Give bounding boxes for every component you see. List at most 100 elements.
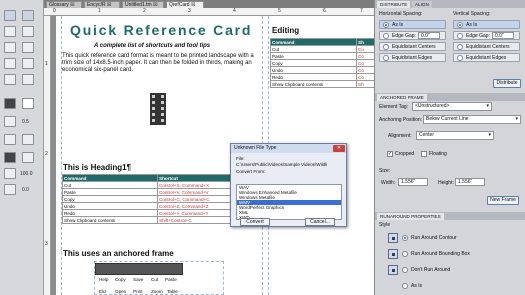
option-label: Equidistant Centers [392, 44, 436, 50]
cropped-checkbox[interactable]: ✓ [387, 151, 393, 157]
v-equidistant-centers-option[interactable]: Equidistant Centers [453, 42, 520, 51]
table-row: Paste Control+V, Command+V [62, 188, 257, 196]
table-cell[interactable]: Co [356, 66, 374, 74]
table-row: Show Clipboard contents Shift+Control+C [62, 216, 257, 224]
tab-encyc[interactable]: Encyc/R ☒ [84, 1, 120, 8]
radio-icon [457, 22, 463, 28]
tab-distribute[interactable]: DISTRIBUTE [377, 1, 411, 8]
line-width-label: 0.5 [22, 119, 29, 125]
angle-icon[interactable] [4, 184, 16, 195]
v-edge-gap-option[interactable]: Edge Gap: 0.0" [453, 31, 520, 40]
element-tag-select[interactable]: <Unstructured> [412, 102, 492, 111]
tab-glossary[interactable]: Glossary ☒ [46, 1, 82, 8]
polyline-tool-icon[interactable] [22, 58, 34, 69]
editing-heading: Editing [272, 26, 300, 35]
horizontal-ruler: 0 1 2 3 4 5 6 7 [44, 8, 374, 16]
h-equidistant-centers-option[interactable]: Equidistant Centers [379, 42, 446, 51]
anchoring-position-select[interactable]: Below Current Line [423, 115, 521, 124]
cropped-label: Cropped [395, 151, 415, 157]
dash-pattern-icon[interactable] [22, 134, 34, 145]
pen-pattern-icon[interactable] [22, 98, 34, 109]
run-around-box-radio[interactable] [402, 251, 408, 257]
table-row: Redo Control+Y, Command+Y [62, 209, 257, 217]
cancel-button[interactable]: Cancel... [305, 218, 335, 226]
width-field[interactable]: 1.556" [398, 178, 428, 186]
h-edge-gap-option[interactable]: Edge Gap: 0.0" [379, 31, 446, 40]
v-equidistant-edges-option[interactable]: Equidistant Edges [453, 53, 520, 62]
floating-checkbox[interactable] [421, 151, 427, 157]
table-cell: Undo [270, 66, 357, 74]
horizontal-spacing-label: Horizontal Spacing: [379, 11, 423, 17]
heading-2: This uses an anchored frame [63, 249, 174, 258]
v-as-is-option[interactable]: As Is [453, 20, 520, 29]
table-cell: Paste [62, 188, 158, 196]
table-cell[interactable]: Sh [356, 80, 374, 88]
select-tool-icon[interactable] [22, 10, 34, 21]
table-cell: Show Clipboard contents [62, 216, 158, 224]
fill-pattern-icon[interactable] [4, 98, 16, 109]
width-label: Width: [381, 180, 396, 186]
toolbar-label: Copy [115, 277, 126, 282]
table-cell[interactable]: Co [356, 52, 374, 60]
option-label: Equidistant Centers [466, 44, 510, 50]
tool-palette: 0.5 100.0 0.0 [0, 0, 44, 295]
table-cell[interactable]: Co [356, 73, 374, 81]
table-cell[interactable]: Co [356, 45, 374, 53]
oval-tool-icon[interactable] [22, 42, 34, 53]
new-frame-button[interactable]: New Frame [487, 196, 519, 205]
line-end-icon[interactable] [4, 134, 16, 145]
table-row: Cut Co [270, 45, 374, 53]
tint-icon[interactable] [22, 152, 34, 163]
table-cell: Undo [62, 202, 158, 210]
tab-align[interactable]: ALIGN [412, 1, 432, 8]
ruler-mark: 2 [45, 151, 48, 157]
ruler-mark: 5 [278, 8, 281, 14]
film-image[interactable] [139, 89, 177, 129]
alignment-select[interactable]: Center [416, 131, 494, 140]
format-list[interactable]: WAV Windows Enhanced Metafile Windows Me… [236, 184, 342, 220]
run-around-box-label: Run Around Bounding Box [411, 251, 470, 257]
pointer-tool-icon[interactable] [4, 10, 16, 21]
distribute-button[interactable]: Distribute [493, 79, 521, 88]
tab-untitled[interactable]: Untitled1.tm ☒ [122, 1, 164, 8]
line-width-icon[interactable] [4, 116, 16, 127]
table-row: Redo Co [270, 73, 374, 81]
color-icon[interactable] [4, 152, 16, 163]
table-cell: Redo [62, 209, 158, 217]
text-line-tool-icon[interactable] [4, 74, 16, 85]
dont-run-around-radio[interactable] [402, 267, 408, 273]
h-as-is-option[interactable]: As Is [379, 20, 446, 29]
close-icon[interactable]: ✕ [333, 145, 345, 152]
h-gap-field[interactable]: 0.0" [418, 32, 440, 39]
toolbar-image [95, 263, 183, 275]
v-gap-field[interactable]: 0.0" [492, 32, 514, 39]
runaround-title: RUNAROUND PROPERTIES [377, 213, 444, 220]
polygon-tool-icon[interactable] [4, 58, 16, 69]
tab-qrefcard[interactable]: QrefCard ☒ [166, 1, 204, 8]
h-equidistant-edges-option[interactable]: Equidistant Edges [379, 53, 446, 62]
rectangle-tool-icon[interactable] [4, 42, 16, 53]
table-cell: Copy [270, 59, 357, 67]
overprint-icon[interactable] [4, 168, 16, 179]
anchoring-position-label: Anchoring Position: [379, 117, 423, 123]
as-is-radio[interactable] [402, 283, 408, 289]
table-row: Copy Co [270, 59, 374, 67]
toolbar-label: Table [167, 289, 178, 294]
anchored-frame[interactable]: Help Copy Save Cut Paste Eliz Open Print… [94, 261, 224, 295]
radio-icon [457, 44, 463, 50]
table-cell: Redo [270, 73, 357, 81]
table-cell: Cut [62, 181, 158, 189]
ruler-mark: 0 [53, 8, 56, 14]
arc-tool-icon[interactable] [22, 26, 34, 37]
option-label: As Is [392, 22, 404, 28]
table-cell: Copy [62, 195, 158, 203]
height-field[interactable]: 1.556" [455, 178, 485, 186]
line-tool-icon[interactable] [4, 26, 16, 37]
option-label: Edge Gap: [466, 33, 490, 39]
option-label: As Is [466, 22, 478, 28]
freehand-tool-icon[interactable] [22, 74, 34, 85]
convert-button[interactable]: Convert [240, 218, 270, 226]
run-around-contour-radio[interactable] [402, 235, 408, 241]
table-cell[interactable]: Co [356, 59, 374, 67]
dialog-title: Unknown File Type [231, 144, 346, 153]
